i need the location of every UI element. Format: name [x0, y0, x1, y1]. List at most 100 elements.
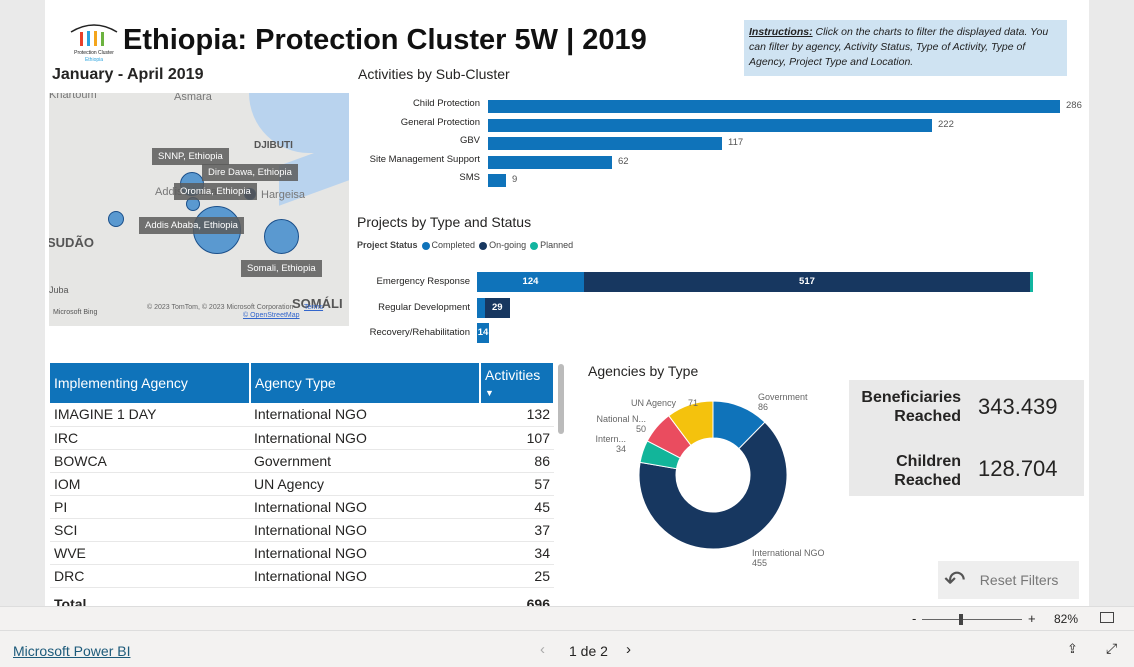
reset-label: Reset Filters	[979, 572, 1059, 588]
bar[interactable]	[488, 137, 722, 150]
table-row[interactable]: IRC International NGO 107	[50, 426, 554, 450]
slice-value: 455	[752, 558, 767, 568]
agency-cell: WVE	[50, 541, 250, 565]
bar-label: Site Management Support	[369, 153, 480, 165]
col-header-label: Activities	[485, 367, 541, 383]
activities-cell: 45	[480, 495, 554, 519]
bar-segment[interactable]: 14	[477, 323, 490, 343]
slice-value: 86	[758, 402, 768, 412]
zoom-slider[interactable]	[922, 619, 1022, 620]
agency-cell: PI	[50, 495, 250, 519]
children-value: 128.704	[978, 456, 1058, 481]
page-title: Ethiopia: Protection Cluster 5W | 2019	[123, 24, 647, 56]
subcluster-bar-chart[interactable]: Child Protection 286 General Protection 2…	[350, 98, 1090, 193]
map-label: Somali, Ethiopia	[241, 260, 322, 277]
reset-filters-button[interactable]: ↶ Reset Filters	[938, 561, 1079, 599]
bar-label: General Protection	[400, 116, 480, 128]
undo-icon: ↶	[944, 564, 966, 595]
data-label: 62	[618, 155, 629, 167]
bing-logo: Microsoft Bing	[53, 309, 98, 316]
slice-label: International NGO	[752, 548, 825, 558]
legend-marker	[479, 241, 488, 250]
fit-to-page-icon[interactable]	[1100, 612, 1114, 623]
zoom-slider-thumb[interactable]	[959, 614, 963, 625]
map-label: Dire Dawa, Ethiopia	[202, 164, 298, 181]
table-row[interactable]: IOM UN Agency 57	[50, 472, 554, 496]
agency-cell: IRC	[50, 426, 250, 450]
bar[interactable]	[488, 100, 1060, 113]
map-bubble[interactable]	[264, 219, 299, 254]
legend-item[interactable]: Planned	[540, 240, 573, 250]
agency-cell: BOWCA	[50, 449, 250, 473]
bar-segment[interactable]: 517	[583, 272, 1030, 292]
legend-title: Project Status	[357, 240, 418, 250]
col-header-activities[interactable]: Activities ▼	[480, 363, 555, 403]
terms-link[interactable]: Terms	[304, 304, 323, 311]
bar[interactable]	[488, 174, 506, 187]
instructions-box: Instructions: Click on the charts to fil…	[744, 20, 1067, 76]
place-name: Asmara	[174, 93, 212, 103]
data-label: 9	[512, 174, 518, 185]
slice-label: Government	[758, 392, 808, 402]
table-row[interactable]: PI International NGO 45	[50, 495, 554, 519]
agency-cell: SCI	[50, 518, 250, 542]
table-row[interactable]: BOWCA Government 86	[50, 449, 554, 473]
bar[interactable]	[488, 155, 612, 169]
bar-label: Child Protection	[412, 98, 480, 109]
legend-marker	[421, 241, 430, 250]
activities-cell: 34	[480, 541, 554, 565]
place-name: SUDÃO	[49, 235, 94, 250]
fullscreen-icon[interactable]: ⤢	[1106, 640, 1117, 657]
data-label: 286	[1066, 100, 1082, 111]
data-label: 29	[491, 301, 503, 313]
bar[interactable]	[488, 118, 932, 132]
agency-cell: DRC	[50, 564, 250, 588]
bar-segment[interactable]: 29	[484, 297, 510, 318]
next-page-icon[interactable]: ›	[626, 641, 631, 658]
agencies-donut-chart[interactable]: Government86 International NGO455 Intern..…	[580, 390, 840, 580]
zoom-level: 82%	[1054, 612, 1079, 626]
bar-segment[interactable]	[1029, 272, 1033, 292]
chart-title: Agencies by Type	[588, 363, 699, 379]
osm-link[interactable]: © OpenStreetMap	[243, 312, 300, 319]
table-scrollbar[interactable]	[558, 364, 564, 434]
legend-item[interactable]: On-going	[489, 240, 526, 250]
zoom-bar: - + 82%	[0, 606, 1134, 630]
location-map[interactable]: Khartoum Asmara DJIBUTI SUDÃO Juba SOMÁL…	[49, 93, 349, 326]
map-label: Oromia, Ethiopia	[174, 183, 257, 200]
legend-item[interactable]: Completed	[432, 240, 476, 250]
activities-cell: 57	[480, 472, 554, 496]
chart-legend: Project Status Completed On-going Planned	[357, 240, 573, 250]
table-row[interactable]: DRC International NGO 25	[50, 564, 554, 588]
type-cell: UN Agency	[250, 472, 480, 496]
bar-segment[interactable]: 124	[477, 272, 584, 292]
col-header-type[interactable]: Agency Type	[250, 363, 481, 403]
slice-label: UN Agency	[631, 398, 677, 408]
agency-table: Implementing Agency Agency Type Activiti…	[50, 363, 555, 615]
bar-label: Emergency Response	[376, 276, 470, 287]
data-label: 222	[938, 118, 954, 130]
slice-value: 34	[616, 444, 626, 454]
col-header-agency[interactable]: Implementing Agency	[50, 363, 251, 403]
zoom-in-button[interactable]: +	[1028, 611, 1036, 626]
type-cell: International NGO	[250, 426, 480, 450]
zoom-out-button[interactable]: -	[912, 611, 916, 626]
slice-label: Intern...	[595, 434, 626, 444]
table-row[interactable]: IMAGINE 1 DAY International NGO 132	[50, 403, 554, 427]
map-bubble[interactable]	[108, 211, 124, 227]
power-bi-link[interactable]: Microsoft Power BI	[13, 643, 130, 659]
map-label: SNNP, Ethiopia	[152, 148, 229, 165]
place-name: Khartoum	[49, 93, 97, 101]
data-label: 517	[799, 276, 815, 287]
svg-text:Protection Cluster: Protection Cluster	[74, 50, 114, 56]
slice-value: 50	[636, 424, 646, 434]
table-row[interactable]: SCI International NGO 37	[50, 518, 554, 542]
prev-page-icon[interactable]: ‹	[540, 641, 545, 658]
activities-cell: 37	[480, 518, 554, 542]
type-cell: International NGO	[250, 403, 480, 427]
projects-bar-chart[interactable]: Emergency Response 124 517 Regular Developm…	[340, 272, 1080, 347]
bar-segment[interactable]	[477, 297, 485, 318]
place-name: Juba	[49, 285, 69, 295]
share-icon[interactable]: ⇪	[1067, 641, 1078, 657]
table-row[interactable]: WVE International NGO 34	[50, 541, 554, 565]
